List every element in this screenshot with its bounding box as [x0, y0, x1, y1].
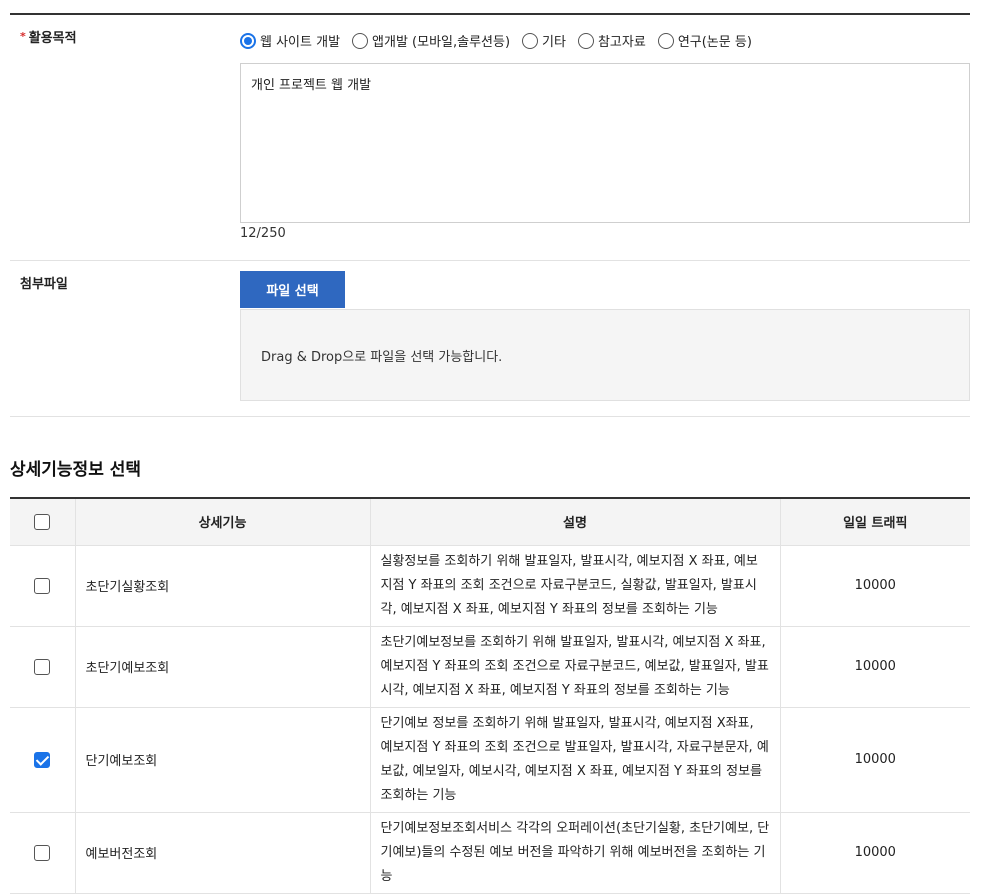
purpose-label-text: 활용목적 — [28, 31, 77, 46]
table-header-row: 상세기능 설명 일일 트래픽 — [10, 497, 970, 546]
table-row: 예보버전조회 단기예보정보조회서비스 각각의 오퍼레이션(초단기실황, 초단기예… — [10, 812, 970, 894]
radio-label: 연구(논문 등) — [677, 35, 752, 50]
radio-button[interactable] — [522, 32, 539, 49]
attachment-label: 첨부파일 — [20, 277, 68, 292]
row-description: 초단기예보정보를 조회하기 위해 발표일자, 발표시각, 예보지점 X 좌표, … — [369, 626, 780, 708]
purpose-textarea[interactable]: 개인 프로젝트 웹 개발 — [240, 63, 970, 223]
radio-button[interactable] — [352, 32, 369, 49]
row-name: 단기예보조회 — [74, 707, 370, 813]
row-check-cell — [10, 707, 75, 813]
character-counter: 12/250 — [240, 226, 286, 241]
radio-option-etc[interactable]: 기타 — [522, 31, 566, 50]
row-traffic: 10000 — [779, 545, 970, 627]
radio-button[interactable] — [240, 32, 256, 49]
radio-button[interactable] — [577, 32, 594, 49]
row-description: 실황정보를 조회하기 위해 발표일자, 발표시각, 예보지점 X 좌표, 예보지… — [369, 545, 780, 627]
row-check-cell — [10, 626, 75, 708]
file-select-button[interactable]: 파일 선택 — [240, 271, 345, 308]
file-dropzone[interactable]: Drag & Drop으로 파일을 선택 가능합니다. — [240, 309, 970, 401]
api-application-form: * 활용목적 웹 사이트 개발 앱개발 (모바일,솔루션등) 기타 참고자료 연구… — [0, 0, 985, 894]
select-all-checkbox[interactable] — [34, 513, 51, 530]
detail-function-table: 상세기능 설명 일일 트래픽 초단기실황조회 실황정보를 조회하기 위해 발표일… — [10, 497, 970, 894]
row-name: 초단기예보조회 — [74, 626, 370, 708]
radio-option-research[interactable]: 연구(논문 등) — [657, 31, 752, 50]
row-description: 단기예보 정보를 조회하기 위해 발표일자, 발표시각, 예보지점 X좌표, 예… — [369, 707, 780, 813]
table-row: 단기예보조회 단기예보 정보를 조회하기 위해 발표일자, 발표시각, 예보지점… — [10, 707, 970, 813]
dropzone-text: Drag & Drop으로 파일을 선택 가능합니다. — [261, 350, 503, 365]
header-traffic: 일일 트래픽 — [779, 497, 970, 546]
radio-label: 기타 — [542, 35, 566, 50]
radio-option-website[interactable]: 웹 사이트 개발 — [240, 31, 340, 50]
purpose-label: * 활용목적 — [20, 27, 77, 46]
row-checkbox[interactable] — [34, 577, 51, 594]
row-traffic: 10000 — [779, 707, 970, 813]
section-title: 상세기능정보 선택 — [10, 460, 142, 480]
header-name: 상세기능 — [74, 497, 370, 546]
radio-button[interactable] — [657, 32, 674, 49]
row-checkbox[interactable] — [34, 844, 51, 861]
attachment-row: 첨부파일 파일 선택 Drag & Drop으로 파일을 선택 가능합니다. — [10, 261, 970, 417]
header-description: 설명 — [369, 497, 780, 546]
row-name: 예보버전조회 — [74, 812, 370, 894]
row-description: 단기예보정보조회서비스 각각의 오퍼레이션(초단기실황, 초단기예보, 단기예보… — [369, 812, 780, 894]
radio-label: 참고자료 — [597, 35, 646, 50]
header-check-cell — [10, 497, 75, 546]
table-row: 초단기예보조회 초단기예보정보를 조회하기 위해 발표일자, 발표시각, 예보지… — [10, 626, 970, 708]
row-check-cell — [10, 812, 75, 894]
radio-label: 웹 사이트 개발 — [260, 35, 341, 50]
row-name: 초단기실황조회 — [74, 545, 370, 627]
row-traffic: 10000 — [779, 626, 970, 708]
row-checkbox[interactable] — [34, 658, 51, 675]
radio-option-reference[interactable]: 참고자료 — [577, 31, 646, 50]
table-row: 초단기실황조회 실황정보를 조회하기 위해 발표일자, 발표시각, 예보지점 X… — [10, 545, 970, 627]
radio-option-app[interactable]: 앱개발 (모바일,솔루션등) — [352, 31, 510, 50]
purpose-row: * 활용목적 웹 사이트 개발 앱개발 (모바일,솔루션등) 기타 참고자료 연구… — [10, 15, 970, 261]
purpose-radio-group: 웹 사이트 개발 앱개발 (모바일,솔루션등) 기타 참고자료 연구(논문 등) — [240, 31, 764, 50]
row-check-cell — [10, 545, 75, 627]
row-traffic: 10000 — [779, 812, 970, 894]
radio-label: 앱개발 (모바일,솔루션등) — [372, 35, 511, 50]
required-mark: * — [20, 30, 26, 43]
row-checkbox[interactable] — [34, 751, 51, 768]
